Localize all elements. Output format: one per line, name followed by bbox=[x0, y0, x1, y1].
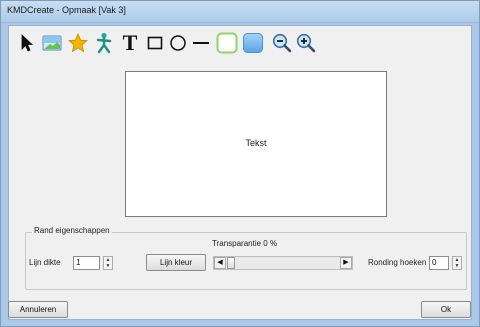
figure-icon bbox=[95, 32, 113, 54]
zoom-in-icon bbox=[296, 33, 316, 53]
border-properties-group: Rand eigenschappen Transparantie 0 % Lij… bbox=[25, 226, 467, 290]
spin-down-icon[interactable]: ▼ bbox=[453, 263, 461, 269]
pointer-tool-button[interactable] bbox=[17, 30, 37, 56]
pointer-icon bbox=[20, 34, 34, 52]
thickness-spinner[interactable]: ▲ ▼ bbox=[103, 256, 113, 270]
dialog-client-area: T Tekst Rand eigenschappen Transparantie… bbox=[8, 25, 472, 320]
star-tool-button[interactable] bbox=[67, 30, 89, 56]
dialog-window: KMDCreate - Opmaak [Vak 3] T Tekst Rand … bbox=[0, 0, 480, 327]
thickness-label: Lijn dikte bbox=[29, 258, 61, 267]
zoom-in-button[interactable] bbox=[295, 30, 317, 56]
text-tool-button[interactable]: T bbox=[119, 30, 141, 56]
transparency-thumb[interactable] bbox=[227, 257, 235, 269]
image-tool-button[interactable] bbox=[41, 30, 63, 56]
toolbar: T bbox=[9, 26, 471, 60]
line-tool-button[interactable] bbox=[191, 30, 211, 56]
transparency-slider[interactable]: ◀ ▶ bbox=[213, 256, 353, 270]
image-icon bbox=[42, 35, 62, 51]
zoom-out-button[interactable] bbox=[271, 30, 293, 56]
group-label: Rand eigenschappen bbox=[32, 226, 112, 235]
ellipse-icon bbox=[169, 34, 187, 52]
rounding-label: Ronding hoeken bbox=[368, 258, 427, 267]
text-tool-icon: T bbox=[122, 30, 138, 55]
border-color-button[interactable] bbox=[215, 30, 239, 56]
line-icon bbox=[192, 34, 210, 52]
rectangle-icon bbox=[147, 35, 163, 51]
ellipse-tool-button[interactable] bbox=[168, 30, 188, 56]
rectangle-tool-button[interactable] bbox=[145, 30, 165, 56]
spin-down-icon[interactable]: ▼ bbox=[104, 263, 112, 269]
star-icon bbox=[68, 33, 88, 53]
window-title: KMDCreate - Opmaak [Vak 3] bbox=[7, 5, 126, 15]
fill-color-icon bbox=[242, 32, 264, 54]
canvas-text: Tekst bbox=[245, 138, 267, 148]
border-color-icon bbox=[216, 32, 238, 54]
zoom-out-icon bbox=[272, 33, 292, 53]
thickness-input[interactable]: 1 bbox=[73, 256, 100, 270]
rounding-spinner[interactable]: ▲ ▼ bbox=[452, 256, 462, 270]
scroll-right-icon[interactable]: ▶ bbox=[340, 257, 352, 269]
rounding-input[interactable]: 0 bbox=[429, 256, 449, 270]
transparency-label: Transparantie 0 % bbox=[212, 239, 278, 248]
line-color-button[interactable]: Lijn kleur bbox=[146, 254, 206, 271]
preview-canvas[interactable]: Tekst bbox=[125, 71, 387, 217]
fill-color-button[interactable] bbox=[241, 30, 265, 56]
title-bar[interactable]: KMDCreate - Opmaak [Vak 3] bbox=[1, 1, 479, 23]
scroll-left-icon[interactable]: ◀ bbox=[214, 257, 226, 269]
figure-tool-button[interactable] bbox=[93, 30, 115, 56]
ok-button[interactable]: Ok bbox=[421, 301, 471, 318]
cancel-button[interactable]: Annuleren bbox=[8, 301, 68, 318]
